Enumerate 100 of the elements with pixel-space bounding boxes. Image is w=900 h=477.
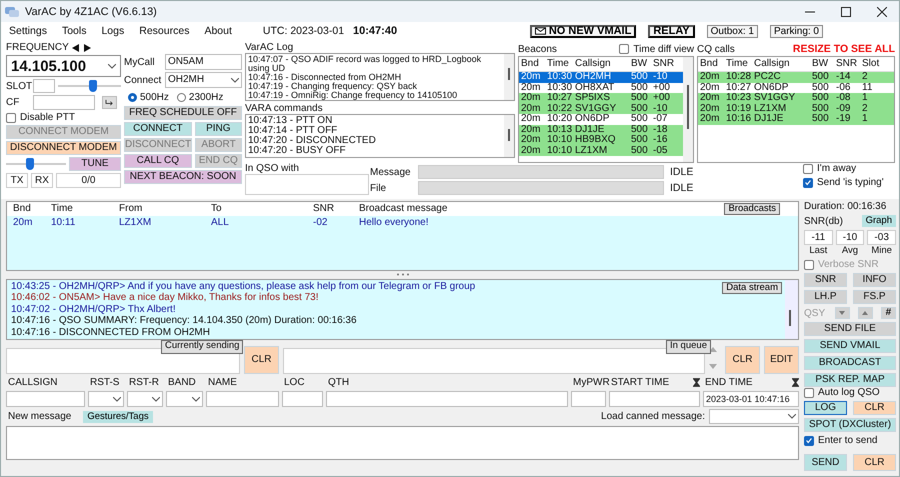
input-field[interactable] <box>571 391 606 408</box>
column-header[interactable]: BW <box>812 57 836 71</box>
beacon-row[interactable]: 20m 10:22 SV1GGY 500 -10 <box>519 104 683 114</box>
button[interactable]: NEXT BEACON: SOON <box>124 170 242 184</box>
column-header[interactable]: SNR <box>313 202 334 216</box>
input-field[interactable]: 2023-03-01 10:47:16 <box>703 391 799 408</box>
left-arrow-icon[interactable] <box>72 44 80 52</box>
radio-button[interactable]: 500Hz <box>128 92 169 102</box>
input-field[interactable] <box>206 391 279 408</box>
input-field[interactable] <box>282 391 323 408</box>
button[interactable]: PING <box>194 122 242 136</box>
button[interactable]: CLR <box>853 401 896 415</box>
beacon-row[interactable]: 20m 10:10 LZ1XM 500 -05 <box>519 146 683 156</box>
button[interactable]: SNR <box>804 273 847 287</box>
cq-row[interactable]: 20m 10:19 LZ1XM 500 -09 2 <box>698 104 894 114</box>
button[interactable]: DISCONNECT MODEM <box>6 141 121 155</box>
menu-item[interactable]: Logs <box>101 25 124 37</box>
hourglass-icon[interactable] <box>792 378 799 387</box>
cq-row[interactable]: 20m 10:16 DJ1JE 500 -19 1 <box>698 114 894 124</box>
up-button[interactable] <box>858 307 873 319</box>
edit-button[interactable]: EDIT <box>764 346 799 374</box>
checkbox-box[interactable] <box>804 260 814 270</box>
column-header[interactable]: Callsign <box>754 57 812 71</box>
splitter-grip-icon[interactable] <box>396 273 410 276</box>
checkbox[interactable]: Time diff view <box>619 44 694 54</box>
status-button[interactable]: NO NEW VMAIL <box>530 24 636 38</box>
checkbox[interactable]: Disable PTT <box>6 112 121 123</box>
input-field[interactable] <box>609 391 700 408</box>
column-header[interactable]: Bnd <box>521 57 547 71</box>
beacon-row[interactable]: 20m 10:10 HB9BXQ 500 -16 <box>519 135 683 146</box>
column-header[interactable]: Bnd <box>13 202 31 216</box>
column-header[interactable]: To <box>211 202 222 216</box>
message-input[interactable] <box>6 426 799 460</box>
button[interactable]: SEND FILE <box>804 322 896 336</box>
button[interactable]: BROADCAST <box>804 356 896 370</box>
checkbox-box[interactable] <box>803 164 813 174</box>
button[interactable]: CALL CQ <box>124 154 192 168</box>
column-header[interactable]: BW <box>631 57 653 71</box>
column-header[interactable]: Time <box>51 202 73 216</box>
checkbox-box[interactable] <box>619 44 630 54</box>
button[interactable]: INFO <box>853 273 896 287</box>
apply-button[interactable] <box>102 96 117 109</box>
column-header[interactable]: Slot <box>862 57 882 71</box>
status-button[interactable]: Parking: 0 <box>770 24 823 38</box>
column-header[interactable]: Bnd <box>700 57 726 71</box>
sending-field[interactable] <box>6 348 240 374</box>
beacon-row[interactable]: 20m 10:30 OH8XAT 500 +00 <box>519 82 683 93</box>
checkbox-box[interactable] <box>804 388 814 398</box>
status-button[interactable]: Outbox: 1 <box>706 24 758 38</box>
column-header[interactable]: Callsign <box>575 57 631 71</box>
button[interactable]: TUNE <box>69 157 121 171</box>
checkbox[interactable]: I'm away <box>803 163 895 174</box>
data-stream-button[interactable]: Data stream <box>722 282 782 294</box>
slider-thumb[interactable] <box>26 158 34 170</box>
checkbox-box[interactable] <box>803 178 813 188</box>
button[interactable]: FS.P <box>853 290 896 304</box>
button[interactable]: CLR <box>853 454 896 471</box>
maximize-icon[interactable] <box>841 6 851 16</box>
button[interactable]: SEND <box>804 454 847 471</box>
scroll-arrows-icon[interactable] <box>709 345 717 372</box>
cq-row[interactable]: 20m 10:27 ON6DP 500 -06 11 <box>698 82 894 93</box>
checkbox[interactable]: Enter to send <box>804 435 896 446</box>
clear-button[interactable]: CLR <box>725 346 760 374</box>
column-header[interactable]: From <box>119 202 142 216</box>
menu-item[interactable]: Tools <box>62 25 86 37</box>
in-qso-field[interactable] <box>245 174 369 195</box>
broadcasts-button[interactable]: Broadcasts <box>724 203 780 215</box>
broadcast-row[interactable]: 20m 10:11 LZ1XM ALL -02 Hello everyone! <box>7 216 798 230</box>
menu-item[interactable]: About <box>204 25 232 37</box>
beacon-row[interactable]: 20m 10:13 DJ1JE 500 -18 <box>519 124 683 135</box>
column-header[interactable]: Broadcast message <box>359 202 448 216</box>
radio-circle[interactable] <box>176 92 186 102</box>
input-field[interactable] <box>6 391 85 408</box>
cf-field[interactable] <box>33 95 95 110</box>
status-button[interactable]: RELAY <box>648 24 695 38</box>
slot-slider[interactable] <box>58 80 121 92</box>
beacon-row[interactable]: 20m 10:30 OH2MH 500 -10 <box>519 72 683 82</box>
beacon-row[interactable]: 20m 10:20 ON6DP 500 -07 <box>519 114 683 124</box>
checkbox-box[interactable] <box>6 112 16 122</box>
cq-row[interactable]: 20m 10:23 SV1GGY 500 -08 1 <box>698 93 894 104</box>
tx-level-slider[interactable] <box>6 158 66 170</box>
column-header[interactable]: SNR <box>836 57 862 71</box>
beacon-row[interactable]: 20m 10:27 SP5IXS 500 +00 <box>519 93 683 104</box>
slot-field[interactable] <box>33 79 55 93</box>
checkbox-box[interactable] <box>804 436 814 446</box>
close-icon[interactable] <box>877 6 887 16</box>
slider-thumb[interactable] <box>88 80 97 92</box>
checkbox[interactable]: Auto log QSO <box>804 387 896 398</box>
hash-button[interactable]: # <box>880 307 896 319</box>
button[interactable]: SEND VMAIL <box>804 339 896 353</box>
checkbox[interactable]: Send 'is typing' <box>803 177 895 188</box>
input-field[interactable] <box>326 391 568 408</box>
down-button[interactable] <box>834 307 850 319</box>
button[interactable]: FREQ SCHEDULE OFF <box>124 106 242 120</box>
connect-dropdown[interactable]: OH2MH <box>165 72 242 88</box>
frequency-dropdown[interactable]: 14.105.100 <box>6 55 121 77</box>
button[interactable]: LH.P <box>804 290 847 304</box>
graph-button[interactable]: Graph <box>862 215 896 227</box>
queue-field[interactable] <box>283 348 705 374</box>
radio-button[interactable]: 2300Hz <box>176 92 224 102</box>
